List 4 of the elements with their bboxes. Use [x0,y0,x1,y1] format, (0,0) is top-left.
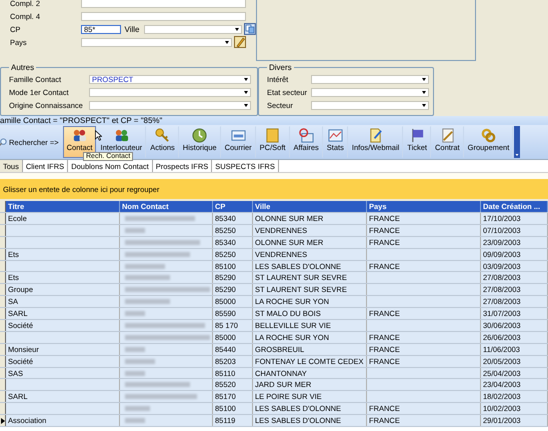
filter-text: amille Contact = "PROSPECT" et CP = "85%" [0,116,162,125]
group-title: Autres [10,63,36,72]
group-title: Divers [268,63,293,72]
field-label: Ville [124,24,140,34]
